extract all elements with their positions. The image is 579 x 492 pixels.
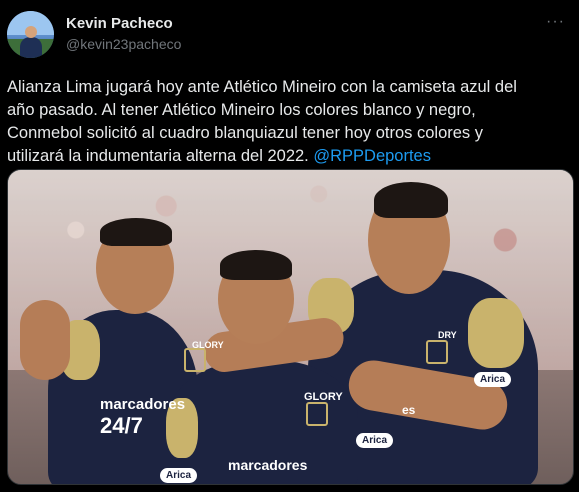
mention-link[interactable]: @RPPDeportes <box>313 147 431 165</box>
tweet-line: Conmebol solicitó al cuadro blanquiazul … <box>7 124 484 142</box>
shirt-sponsor-small: GLORY <box>304 391 343 403</box>
avatar-person-body <box>20 37 42 58</box>
shirt-sponsor-bottom: marcadores <box>228 457 308 473</box>
player-arm <box>20 300 70 380</box>
tweet-line: año pasado. Al tener Atlético Mineiro lo… <box>7 101 476 119</box>
author-name[interactable]: Kevin Pacheco <box>66 15 173 32</box>
club-crest-icon <box>184 348 206 372</box>
sleeve-badge: Arica <box>160 468 198 483</box>
shirt-sponsor-number: 24/7 <box>100 413 143 438</box>
shirt-sponsor-right: es <box>402 403 416 417</box>
avatar-person-head <box>25 26 37 38</box>
tweet-text: Alianza Lima jugará hoy ante Atlético Mi… <box>7 76 567 168</box>
tweet-photo[interactable]: marcadores 24/7 marcadores GLORY es Aric… <box>7 169 574 485</box>
player-hair <box>374 182 448 218</box>
sleeve-badge: Arica <box>474 372 512 387</box>
avatar[interactable] <box>7 11 54 58</box>
kit-logo: DRY <box>438 330 457 340</box>
player-hair <box>100 218 172 246</box>
shirt-sleeve <box>468 298 524 368</box>
tweet-line-text: utilizará la indumentaria alterna del 20… <box>7 147 314 165</box>
kit-logo: GLORY <box>192 340 224 350</box>
more-horizontal-icon[interactable]: ··· <box>546 13 565 31</box>
tweet-line: Alianza Lima jugará hoy ante Atlético Mi… <box>7 78 517 96</box>
player-hair <box>220 250 292 280</box>
tweet-line-last: utilizará la indumentaria alterna del 20… <box>7 145 567 168</box>
sleeve-badge: Arica <box>356 433 394 448</box>
author-handle[interactable]: @kevin23pacheco <box>66 36 181 52</box>
club-crest-icon <box>426 340 448 364</box>
club-crest-icon <box>306 402 328 426</box>
shirt-sponsor: marcadores 24/7 <box>100 396 185 439</box>
shirt-sponsor-name: marcadores <box>100 396 186 413</box>
tweet-card: Kevin Pacheco @kevin23pacheco ··· Alianz… <box>0 0 579 492</box>
